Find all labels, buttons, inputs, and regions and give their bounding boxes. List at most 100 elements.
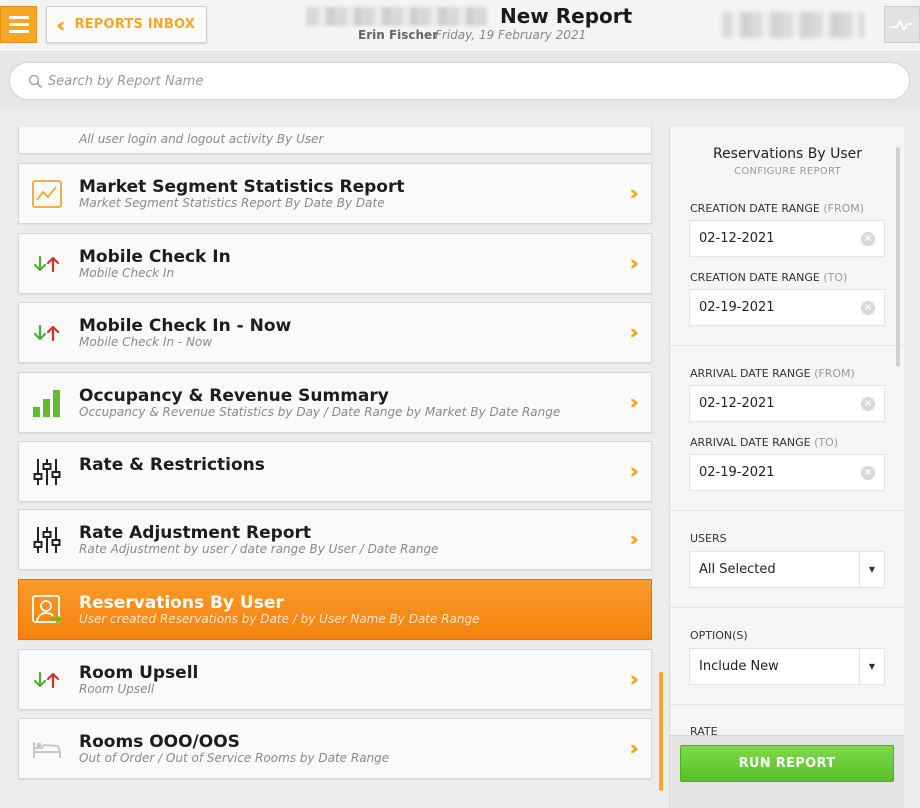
creation-to-field[interactable]: 02-19-2021 × <box>689 289 885 326</box>
report-item-subtitle: Mobile Check In <box>79 266 175 280</box>
bed-icon <box>31 733 63 765</box>
report-item-room-upsell[interactable]: Room Upsell Room Upsell ›› <box>18 649 652 710</box>
search-input[interactable] <box>48 73 848 89</box>
arrows-up-down-icon <box>31 664 63 696</box>
clear-icon[interactable]: × <box>861 301 875 315</box>
open-report-chevron-icon: ›› <box>629 527 640 551</box>
creation-from-label: CREATION DATE RANGE (FROM) <box>690 202 865 215</box>
run-report-bar: RUN REPORT <box>670 735 904 808</box>
redacted-account-info <box>722 12 864 38</box>
report-item-title: Market Segment Statistics Report <box>79 177 405 197</box>
search-box[interactable] <box>9 62 910 100</box>
user-name: Erin Fischer <box>358 28 439 42</box>
open-report-chevron-icon: ›› <box>629 736 640 760</box>
activity-pulse-icon <box>891 19 913 31</box>
config-subtitle: CONFIGURE REPORT <box>734 166 841 177</box>
clear-icon[interactable]: × <box>861 397 875 411</box>
report-item-subtitle: Occupancy & Revenue Statistics by Day / … <box>79 405 561 419</box>
options-select[interactable]: Include New ▼ <box>689 648 885 685</box>
report-item-title: Mobile Check In - Now <box>79 316 292 336</box>
current-date: Friday, 19 February 2021 <box>435 28 587 42</box>
open-report-chevron-icon: ›› <box>629 251 640 275</box>
report-item-subtitle: All user login and logout activity By Us… <box>79 132 324 146</box>
list-scrollbar[interactable] <box>659 672 663 791</box>
double-chevron-left-icon: ‹‹ <box>56 12 67 37</box>
report-item-subtitle: Mobile Check In - Now <box>79 335 213 349</box>
report-item-occupancy-revenue[interactable]: Occupancy & Revenue Summary Occupancy & … <box>18 372 652 433</box>
open-report-chevron-icon: ›› <box>629 320 640 344</box>
dropdown-caret-icon: ▼ <box>859 552 884 587</box>
page-title: New Report <box>500 4 633 28</box>
reports-inbox-button[interactable]: ‹‹ REPORTS INBOX <box>46 6 207 43</box>
report-item-title: Occupancy & Revenue Summary <box>79 386 389 406</box>
users-select-value: All Selected <box>699 562 776 577</box>
right-gutter <box>904 127 920 808</box>
report-item-rate-restrictions[interactable]: Rate & Restrictions ›› <box>18 441 652 502</box>
divider <box>670 704 904 705</box>
config-scrollbar[interactable] <box>896 147 900 367</box>
open-report-chevron-icon: ›› <box>629 390 640 414</box>
report-item-subtitle: Market Segment Statistics Report By Date… <box>79 196 385 210</box>
creation-from-field[interactable]: 02-12-2021 × <box>689 220 885 257</box>
report-item-title: Mobile Check In <box>79 247 231 267</box>
key-icon <box>31 127 63 132</box>
sliders-icon <box>31 524 63 556</box>
menu-icon <box>8 16 29 19</box>
report-item-reservations-by-user[interactable]: Reservations By User User created Reserv… <box>18 579 652 640</box>
clear-icon[interactable]: × <box>861 466 875 480</box>
bar-chart-icon <box>31 387 63 419</box>
run-report-button[interactable]: RUN REPORT <box>680 745 894 782</box>
creation-from-value: 02-12-2021 <box>699 231 775 246</box>
top-bar: ‹‹ REPORTS INBOX New Report Erin Fischer… <box>0 0 920 52</box>
report-item-title: Reservations By User <box>79 593 284 613</box>
activity-button[interactable] <box>884 6 920 43</box>
arrival-to-field[interactable]: 02-19-2021 × <box>689 454 885 491</box>
report-item-title: Rate & Restrictions <box>79 455 265 475</box>
search-icon <box>28 74 42 88</box>
open-report-chevron-icon: ›› <box>629 181 640 205</box>
search-bar-area <box>0 53 920 109</box>
arrival-from-label: ARRIVAL DATE RANGE (FROM) <box>690 367 855 380</box>
report-list: All user login and logout activity By Us… <box>0 127 668 808</box>
report-item-mobile-check-in-now[interactable]: Mobile Check In - Now Mobile Check In - … <box>18 302 652 363</box>
dropdown-caret-icon: ▼ <box>859 649 884 684</box>
divider <box>670 607 904 608</box>
report-item-rate-adjustment[interactable]: Rate Adjustment Report Rate Adjustment b… <box>18 509 652 570</box>
arrival-to-label: ARRIVAL DATE RANGE (TO) <box>690 436 839 449</box>
configure-report-panel: Reservations By User CONFIGURE REPORT CR… <box>669 127 904 808</box>
report-item-rooms-ooo-oos[interactable]: Rooms OOO/OOS Out of Order / Out of Serv… <box>18 718 652 779</box>
line-chart-icon <box>31 178 63 210</box>
report-item-subtitle: Room Upsell <box>79 682 155 696</box>
report-item-subtitle: Out of Order / Out of Service Rooms by D… <box>79 751 390 765</box>
options-select-value: Include New <box>699 659 779 674</box>
arrows-up-down-icon <box>31 317 63 349</box>
report-item-user-activity[interactable]: All user login and logout activity By Us… <box>18 127 652 154</box>
report-item-subtitle: Rate Adjustment by user / date range By … <box>79 542 439 556</box>
report-item-title: Rooms OOO/OOS <box>79 732 240 752</box>
open-report-chevron-icon: ›› <box>629 459 640 483</box>
divider <box>670 345 904 346</box>
creation-to-label: CREATION DATE RANGE (TO) <box>690 271 848 284</box>
arrival-from-field[interactable]: 02-12-2021 × <box>689 385 885 422</box>
report-item-title: Room Upsell <box>79 663 199 683</box>
user-export-icon <box>31 594 63 626</box>
open-report-chevron-icon: ›› <box>629 667 640 691</box>
creation-to-value: 02-19-2021 <box>699 300 775 315</box>
arrows-up-down-icon <box>31 248 63 280</box>
sliders-icon <box>31 456 63 488</box>
report-item-title: Rate Adjustment Report <box>79 523 312 543</box>
arrival-to-value: 02-19-2021 <box>699 465 775 480</box>
config-title: Reservations By User <box>712 146 863 162</box>
report-item-market-segment[interactable]: Market Segment Statistics Report Market … <box>18 163 652 224</box>
users-select[interactable]: All Selected ▼ <box>689 551 885 588</box>
options-label: OPTION(S) <box>690 629 748 642</box>
reports-inbox-label: REPORTS INBOX <box>74 17 195 32</box>
divider <box>670 510 904 511</box>
hamburger-menu-button[interactable] <box>0 6 37 43</box>
redacted-property-name <box>306 7 488 26</box>
report-item-mobile-check-in[interactable]: Mobile Check In Mobile Check In ›› <box>18 233 652 294</box>
clear-icon[interactable]: × <box>861 232 875 246</box>
arrival-from-value: 02-12-2021 <box>699 396 775 411</box>
report-item-subtitle: User created Reservations by Date / by U… <box>79 612 480 626</box>
users-label: USERS <box>690 532 727 545</box>
